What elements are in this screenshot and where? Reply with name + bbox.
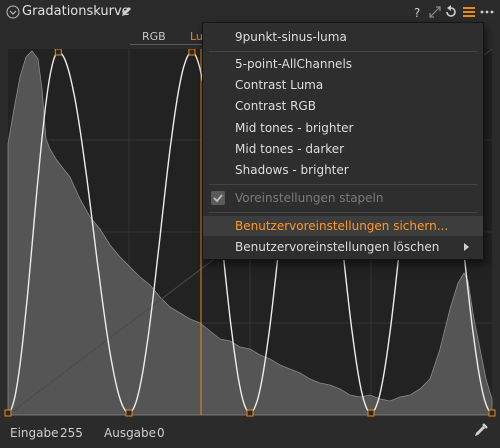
menu-item-mid-tones-darker[interactable]: Mid tones - darker [203, 139, 483, 159]
menu-item-save-user-presets[interactable]: Benutzervoreinstellungen sichern... [203, 216, 483, 236]
output-label: Ausgabe [104, 426, 157, 440]
menu-item-label: Voreinstellungen stapeln [235, 191, 384, 205]
menu-item-label: Mid tones - brighter [235, 121, 354, 135]
menu-item-contrast-luma[interactable]: Contrast Luma [203, 75, 483, 95]
tab-divider [130, 44, 210, 45]
curve-control-point[interactable] [367, 409, 375, 417]
menu-item-shadows-brighter[interactable]: Shadows - brighter [203, 160, 483, 180]
menu-item-stack-presets: Voreinstellungen stapeln [203, 188, 483, 208]
menu-separator [209, 184, 477, 185]
menu-item-label: 9punkt-sinus-luma [235, 30, 347, 44]
panel-title: Gradationskurve [22, 4, 130, 19]
menu-item-label: Contrast RGB [235, 99, 316, 113]
expand-icon[interactable] [427, 4, 443, 20]
curve-control-point[interactable] [188, 49, 196, 56]
eyedropper-icon[interactable] [472, 421, 490, 439]
menu-item-9punkt-sinus-luma[interactable]: 9punkt-sinus-luma [203, 27, 483, 47]
help-icon[interactable]: ? [409, 4, 425, 20]
more-icon[interactable] [479, 4, 495, 20]
menu-item-label: 5-point-AllChannels [235, 57, 353, 71]
menu-item-label: Benutzervoreinstellungen sichern... [235, 219, 449, 233]
menu-item-delete-user-presets[interactable]: Benutzervoreinstellungen löschen [203, 237, 483, 257]
output-value: 0 [157, 426, 165, 440]
submenu-arrow-icon [464, 243, 469, 251]
panel-header: Gradationskurve ? [0, 0, 500, 24]
menu-item-label: Benutzervoreinstellungen löschen [235, 240, 440, 254]
readout-bar: Eingabe 255 Ausgabe 0 [0, 420, 500, 448]
tab-rgb[interactable]: RGB [142, 30, 166, 43]
menu-icon[interactable] [461, 4, 477, 20]
checkmark-icon [211, 191, 225, 205]
menu-item-contrast-rgb[interactable]: Contrast RGB [203, 96, 483, 116]
curve-control-point[interactable] [125, 409, 133, 417]
pencil-icon [122, 7, 131, 16]
tab-luma[interactable]: Lu [190, 30, 203, 43]
menu-separator [209, 212, 477, 213]
menu-item-5-point-allchannels[interactable]: 5-point-AllChannels [203, 54, 483, 74]
curve-control-point[interactable] [4, 409, 12, 417]
curve-control-point[interactable] [246, 409, 254, 417]
menu-item-mid-tones-brighter[interactable]: Mid tones - brighter [203, 118, 483, 138]
curve-control-point[interactable] [488, 409, 496, 417]
menu-item-label: Shadows - brighter [235, 163, 349, 177]
menu-item-label: Contrast Luma [235, 78, 324, 92]
svg-text:?: ? [414, 6, 420, 20]
chevron-down-icon[interactable] [6, 5, 20, 19]
input-label: Eingabe [10, 426, 59, 440]
preset-menu: 9punkt-sinus-luma 5-point-AllChannels Co… [202, 22, 484, 260]
menu-item-label: Mid tones - darker [235, 142, 345, 156]
input-value: 255 [60, 426, 83, 440]
menu-separator [209, 51, 477, 52]
reset-icon[interactable] [443, 4, 459, 20]
curve-control-point[interactable] [54, 49, 62, 56]
